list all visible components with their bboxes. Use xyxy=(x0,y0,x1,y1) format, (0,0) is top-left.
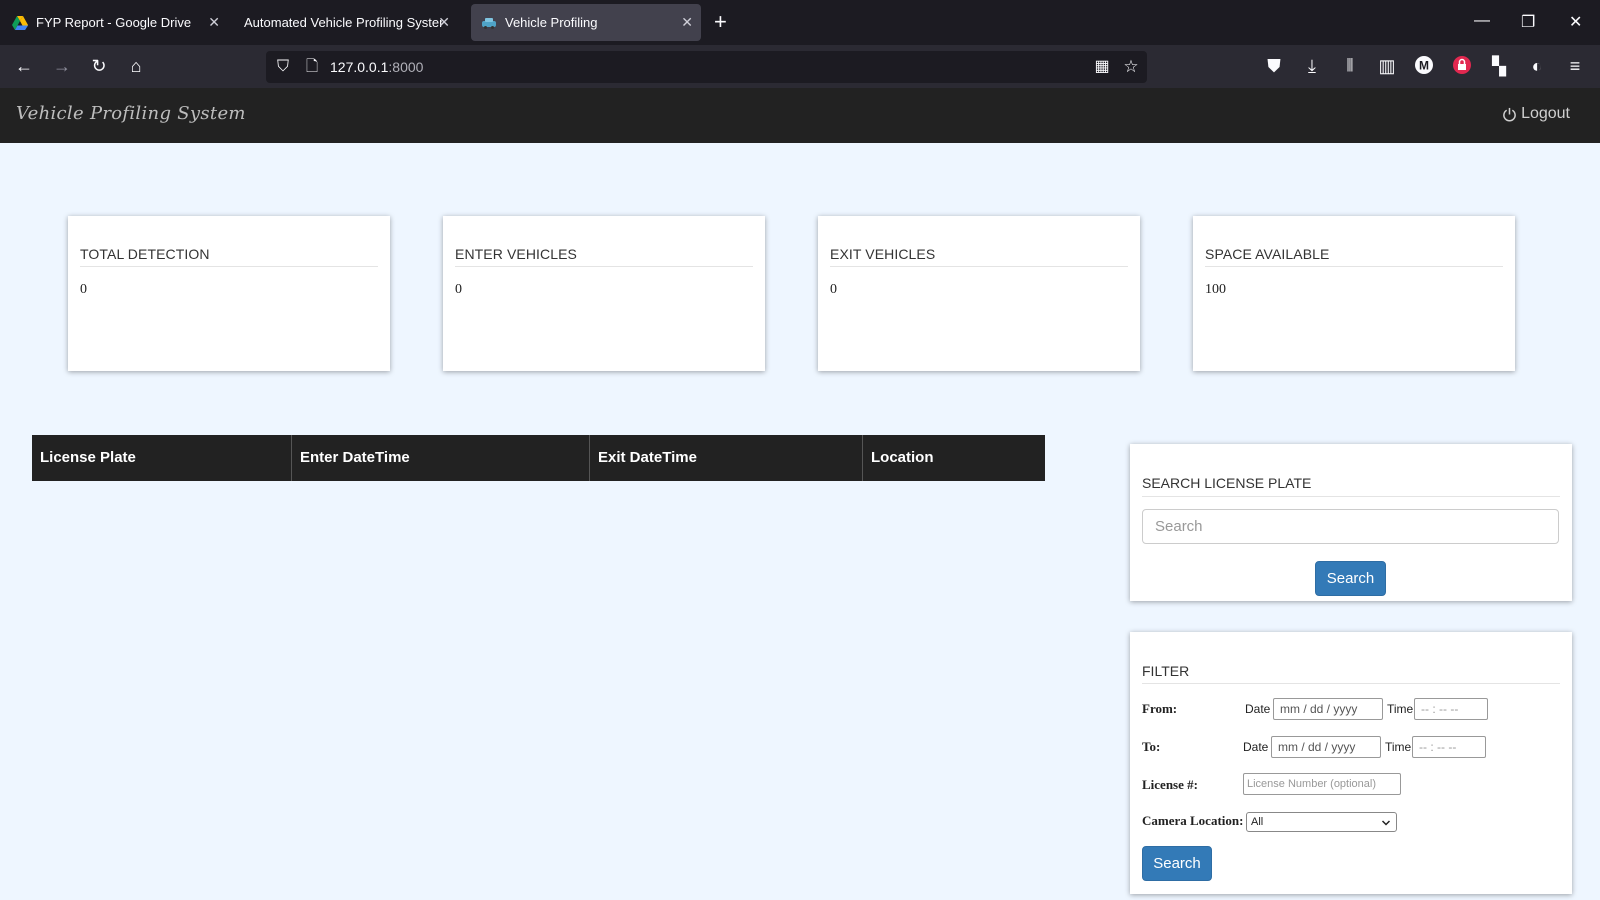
stat-title: EXIT VEHICLES xyxy=(830,246,936,262)
license-plate-search-input[interactable] xyxy=(1142,509,1559,544)
stat-card-space-available: SPACE AVAILABLE 100 xyxy=(1193,216,1515,371)
stat-card-exit-vehicles: EXIT VEHICLES 0 xyxy=(818,216,1140,371)
close-icon[interactable]: ✕ xyxy=(208,14,220,31)
to-date-input[interactable]: mm / dd / yyyy xyxy=(1271,736,1381,758)
stat-title: ENTER VEHICLES xyxy=(455,246,577,262)
restore-icon[interactable]: ❐ xyxy=(1521,12,1535,32)
divider xyxy=(1142,496,1560,497)
column-enter-datetime[interactable]: Enter DateTime xyxy=(292,435,590,481)
filter-panel: FILTER From: Date mm / dd / yyyy Time --… xyxy=(1130,632,1572,894)
panel-title: FILTER xyxy=(1142,663,1190,679)
stat-title: SPACE AVAILABLE xyxy=(1205,246,1330,262)
account-icon[interactable]: M xyxy=(1413,55,1435,77)
chevron-down-icon xyxy=(1381,816,1391,834)
filter-search-button[interactable]: Search xyxy=(1142,846,1212,881)
url-port: :8000 xyxy=(388,59,424,75)
search-button[interactable]: Search xyxy=(1315,561,1386,596)
shield-icon[interactable]: ⛉ xyxy=(272,56,294,78)
stat-title: TOTAL DETECTION xyxy=(80,246,210,262)
from-label: From: xyxy=(1142,701,1178,716)
app-navbar: Vehicle Profiling System Logout xyxy=(0,88,1600,143)
tab-title: Vehicle Profiling xyxy=(505,15,598,30)
browser-tab-bar: FYP Report - Google Drive ✕ Automated Ve… xyxy=(0,0,1600,45)
stat-card-enter-vehicles: ENTER VEHICLES 0 xyxy=(443,216,765,371)
logout-button[interactable]: Logout xyxy=(1502,105,1570,123)
to-time-input[interactable]: -- : -- -- xyxy=(1412,736,1486,758)
download-icon[interactable]: ⤓ xyxy=(1301,55,1323,77)
google-drive-icon xyxy=(12,15,28,31)
license-number-input[interactable]: License Number (optional) xyxy=(1243,773,1401,795)
stat-value: 0 xyxy=(80,282,87,297)
divider xyxy=(455,266,753,267)
svg-text:M: M xyxy=(1419,59,1429,73)
browser-tab-automated-vps[interactable]: Automated Vehicle Profiling System ✕ xyxy=(236,4,458,41)
library-icon[interactable]: ⫼ xyxy=(1339,55,1361,77)
column-exit-datetime[interactable]: Exit DateTime xyxy=(590,435,863,481)
car-icon xyxy=(481,15,497,31)
qr-code-icon[interactable]: ▦ xyxy=(1091,56,1113,78)
camera-location-selected: All xyxy=(1251,816,1264,828)
close-icon[interactable]: ✕ xyxy=(438,14,450,31)
logout-label: Logout xyxy=(1521,105,1570,122)
browser-tab-vehicle-profiling[interactable]: Vehicle Profiling ✕ xyxy=(471,4,701,41)
forward-icon[interactable]: → xyxy=(51,55,73,77)
extension-lock-icon[interactable] xyxy=(1451,55,1473,77)
tab-title: FYP Report - Google Drive xyxy=(36,15,192,30)
reload-icon[interactable]: ↻ xyxy=(88,55,110,77)
window-close-icon[interactable]: ✕ xyxy=(1569,12,1582,32)
search-license-plate-panel: SEARCH LICENSE PLATE Search xyxy=(1130,444,1572,601)
stat-value: 0 xyxy=(830,282,837,297)
extensions-icon[interactable]: ▚ xyxy=(1488,55,1510,77)
license-number-label: License #: xyxy=(1142,777,1198,792)
divider xyxy=(830,266,1128,267)
url-text[interactable]: 127.0.0.1:8000 xyxy=(330,59,423,75)
app-brand[interactable]: Vehicle Profiling System xyxy=(16,103,246,124)
url-bar[interactable]: ⛉ 🗋 127.0.0.1:8000 ▦ ☆ xyxy=(266,51,1147,83)
to-time-label: Time xyxy=(1385,740,1412,754)
close-icon[interactable]: ✕ xyxy=(681,14,693,31)
home-icon[interactable]: ⌂ xyxy=(125,55,147,77)
camera-location-select[interactable]: All xyxy=(1246,812,1397,832)
power-icon xyxy=(1503,107,1516,121)
from-time-label: Time xyxy=(1387,702,1414,716)
sidebar-icon[interactable]: ▥ xyxy=(1376,55,1398,77)
from-date-input[interactable]: mm / dd / yyyy xyxy=(1273,698,1383,720)
menu-icon[interactable]: ≡ xyxy=(1564,55,1586,77)
divider xyxy=(80,266,378,267)
tab-title: Automated Vehicle Profiling System xyxy=(244,15,442,30)
stat-value: 0 xyxy=(455,282,462,297)
back-icon[interactable]: ← xyxy=(13,55,35,77)
page-icon[interactable]: 🗋 xyxy=(301,56,323,78)
profile-icon[interactable]: ◐ xyxy=(1526,55,1548,77)
column-license-plate[interactable]: License Plate xyxy=(32,435,292,481)
divider xyxy=(1205,266,1503,267)
url-host: 127.0.0.1 xyxy=(330,59,389,75)
browser-toolbar: ← → ↻ ⌂ ⛉ 🗋 127.0.0.1:8000 ▦ ☆ ⛊ ⤓ ⫼ ▥ M… xyxy=(0,45,1600,88)
new-tab-icon[interactable]: + xyxy=(714,10,727,34)
panel-title: SEARCH LICENSE PLATE xyxy=(1142,475,1312,491)
vehicle-table-header: License Plate Enter DateTime Exit DateTi… xyxy=(32,435,1045,481)
camera-location-label: Camera Location: xyxy=(1142,813,1244,828)
bookmark-star-icon[interactable]: ☆ xyxy=(1120,56,1142,78)
minimize-icon[interactable]: — xyxy=(1474,12,1490,30)
from-date-label: Date xyxy=(1245,702,1271,716)
to-label: To: xyxy=(1142,739,1161,754)
to-date-label: Date xyxy=(1243,740,1269,754)
browser-tab-google-drive[interactable]: FYP Report - Google Drive ✕ xyxy=(4,4,228,41)
stat-value: 100 xyxy=(1205,282,1226,297)
from-time-input[interactable]: -- : -- -- xyxy=(1414,698,1488,720)
divider xyxy=(1142,683,1560,684)
column-location[interactable]: Location xyxy=(863,435,1045,481)
stat-card-total-detection: TOTAL DETECTION 0 xyxy=(68,216,390,371)
pocket-icon[interactable]: ⛊ xyxy=(1263,55,1285,77)
